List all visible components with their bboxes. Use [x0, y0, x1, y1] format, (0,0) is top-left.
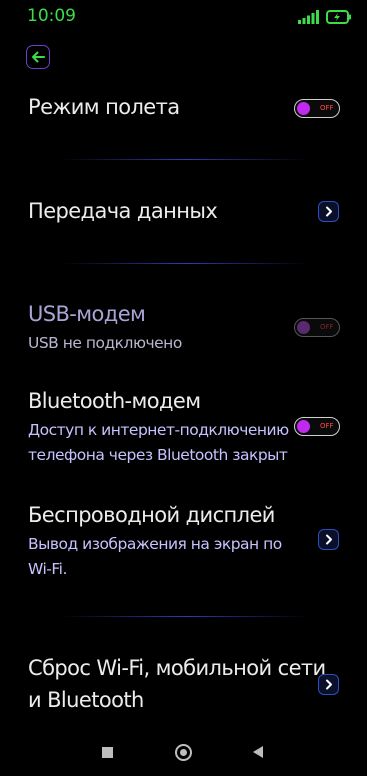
back-arrow-icon: [31, 48, 45, 67]
wireless-display-title: Беспроводной дисплей: [28, 503, 275, 527]
chevron-right-icon: [325, 530, 333, 549]
wireless-display-subtitle-line-1: Вывод изображения на экран по: [28, 535, 282, 553]
airplane-mode-toggle[interactable]: OFF: [294, 99, 340, 118]
wireless-display-subtitle-line-2: Wi-Fi.: [28, 560, 67, 578]
toggle-state-label: OFF: [320, 104, 334, 112]
status-bar: 10:09: [0, 0, 367, 34]
reset-network-chevron-button[interactable]: [318, 674, 339, 695]
battery-charging-icon: [326, 9, 352, 28]
back-button[interactable]: [26, 45, 50, 69]
bluetooth-modem-subtitle-line-1: Доступ к интернет-подключению: [28, 421, 289, 439]
bluetooth-modem-title: Bluetooth-модем: [28, 389, 201, 413]
chevron-right-icon: [325, 675, 333, 694]
airplane-mode-title: Режим полета: [28, 95, 180, 119]
toggle-knob: [297, 102, 310, 115]
toggle-knob: [297, 321, 310, 334]
signal-bars-icon: [298, 9, 320, 28]
reset-network-title-line-2: и Bluetooth: [28, 688, 144, 712]
toggle-state-label: OFF: [320, 323, 334, 331]
toggle-knob: [297, 420, 310, 433]
bluetooth-modem-toggle[interactable]: OFF: [294, 417, 340, 436]
divider: [60, 616, 310, 617]
back-triangle-icon[interactable]: [253, 746, 263, 758]
bluetooth-modem-subtitle-line-2: телефона через Bluetooth закрыт: [28, 446, 288, 464]
usb-modem-subtitle: USB не подключено: [28, 334, 182, 352]
toggle-state-label: OFF: [320, 422, 334, 430]
usb-modem-toggle: OFF: [294, 318, 340, 337]
data-transfer-chevron-button[interactable]: [318, 201, 339, 222]
usb-modem-title: USB-модем: [28, 302, 146, 326]
clock: 10:09: [27, 6, 76, 26]
wireless-display-chevron-button[interactable]: [318, 529, 339, 550]
home-circle-icon[interactable]: [175, 744, 192, 761]
data-transfer-title: Передача данных: [28, 199, 218, 223]
divider: [60, 263, 310, 264]
divider: [60, 159, 310, 160]
recents-square-icon[interactable]: [102, 747, 113, 758]
navigation-bar: [0, 730, 367, 776]
reset-network-title-line-1: Сброс Wi-Fi, мобильной сети: [28, 656, 326, 680]
chevron-right-icon: [325, 202, 333, 221]
